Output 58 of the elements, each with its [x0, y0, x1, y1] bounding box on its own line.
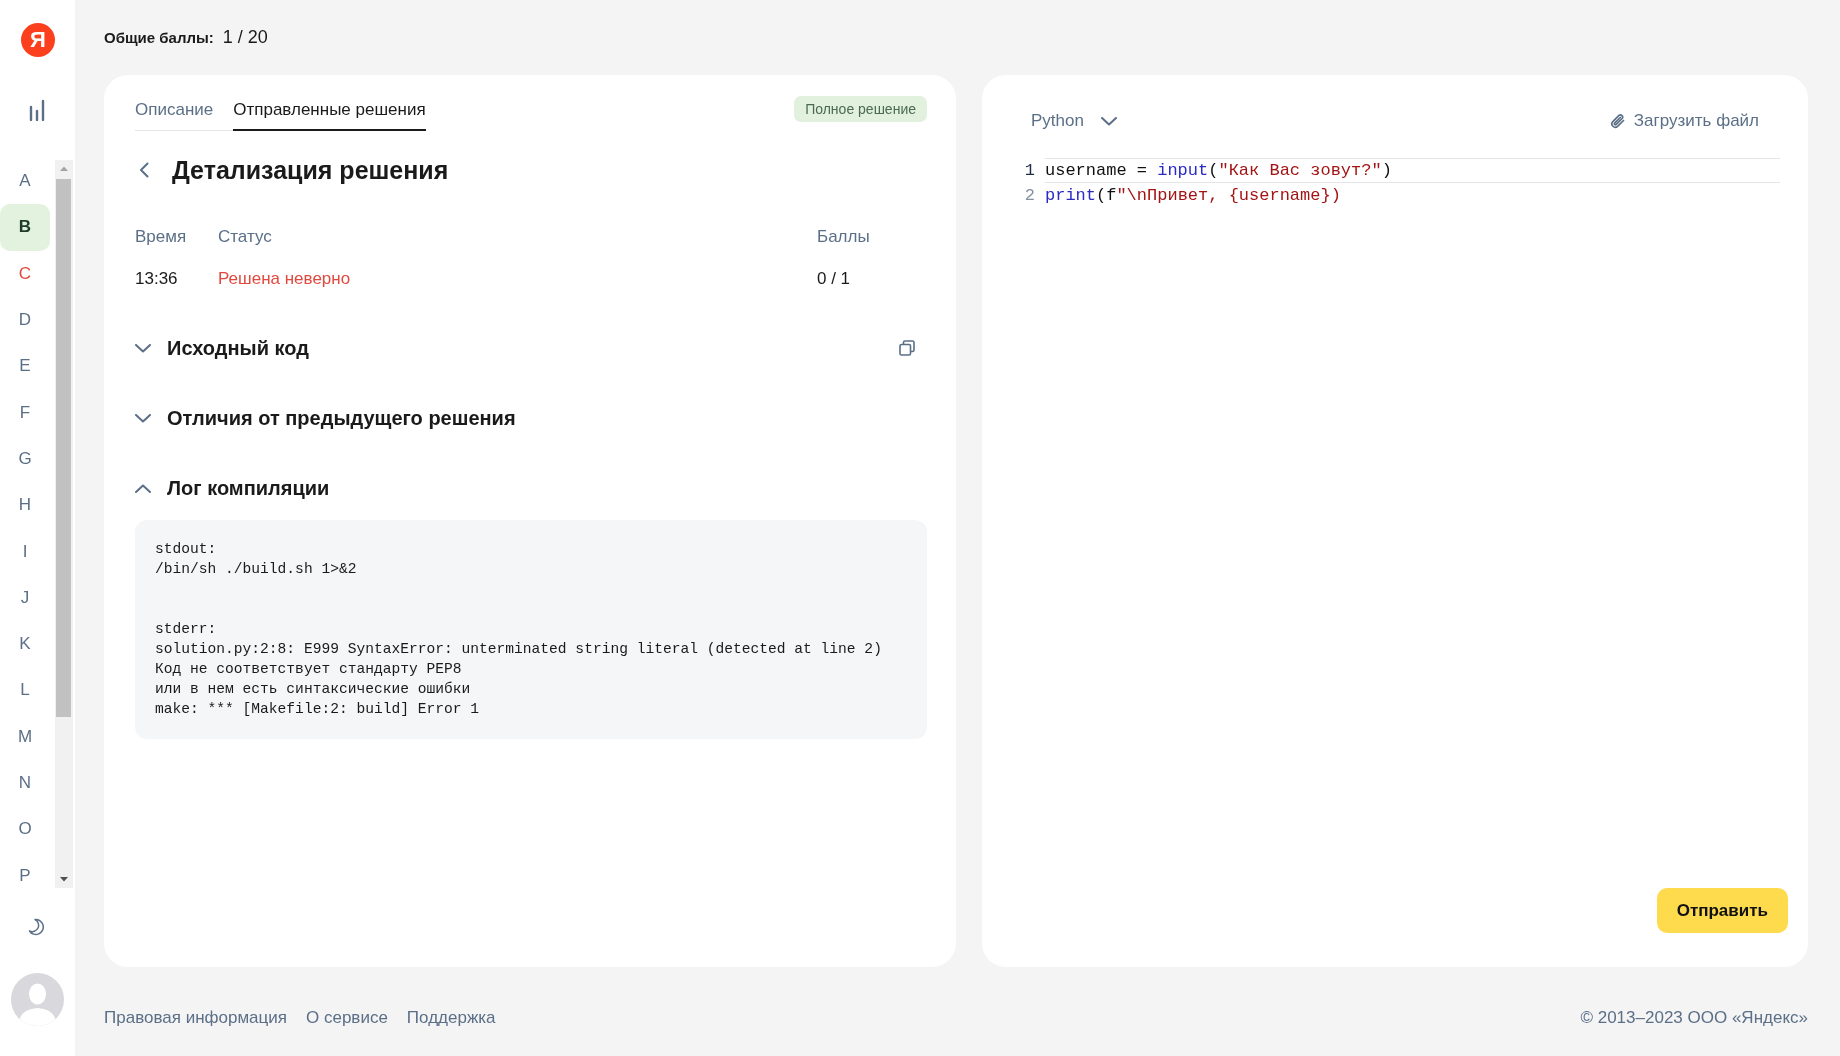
language-dropdown[interactable]: Python: [1031, 103, 1117, 139]
submit-button[interactable]: Отправить: [1656, 888, 1788, 933]
line-number: 2: [1023, 185, 1036, 207]
copyright-text: © 2013–2023 ООО «Яндекс»: [1580, 1007, 1808, 1028]
code-line[interactable]: print(f"\nПривет, {username}): [1045, 183, 1341, 208]
task-letter[interactable]: E: [0, 343, 50, 390]
bar-chart-icon[interactable]: [28, 99, 46, 121]
task-letter[interactable]: P: [0, 852, 50, 899]
log-line: stderr:: [155, 620, 217, 639]
solution-badge: Полное решение: [794, 96, 927, 122]
task-letter[interactable]: B: [0, 204, 50, 251]
page-title: Детализация решения: [172, 155, 449, 186]
column-header: Статус: [218, 226, 273, 248]
task-letter[interactable]: C: [0, 250, 50, 297]
task-letter[interactable]: M: [0, 713, 50, 760]
task-letter[interactable]: A: [0, 158, 50, 205]
table-cell-text: Решена неверно: [218, 268, 352, 290]
log-line: stdout:: [155, 540, 217, 559]
copy-icon[interactable]: [899, 340, 915, 356]
upload-file-button[interactable]: Загрузить файл: [1609, 103, 1759, 139]
task-letter[interactable]: F: [0, 389, 50, 436]
footer-link[interactable]: Правовая информация: [104, 1007, 287, 1028]
log-line: или в нем есть синтаксические ошибки: [155, 680, 471, 699]
log-line: /bin/sh ./build.sh 1>&2: [155, 560, 357, 579]
task-letter[interactable]: I: [0, 528, 50, 575]
log-line: Код не соответствует стандарту PEP8: [155, 660, 462, 679]
back-icon[interactable]: [139, 162, 149, 178]
column-header: Баллы: [817, 226, 871, 248]
code-line[interactable]: username = input("Как Вас зовут?"): [1045, 158, 1780, 183]
task-letter[interactable]: L: [0, 667, 50, 714]
paperclip-icon: [1609, 112, 1626, 130]
tab[interactable]: Описание: [135, 99, 214, 131]
footer-link[interactable]: О сервисе: [306, 1007, 388, 1028]
task-letter[interactable]: O: [0, 806, 50, 853]
scrollbar[interactable]: [55, 160, 73, 888]
scrollbar-thumb[interactable]: [56, 179, 71, 717]
logo[interactable]: Я: [21, 23, 55, 57]
section-toggle[interactable]: Исходный код: [135, 332, 309, 364]
log-line: make: *** [Makefile:2: build] Error 1: [155, 700, 480, 719]
task-letter[interactable]: N: [0, 759, 50, 807]
column-header: Время: [135, 226, 188, 248]
task-letter[interactable]: H: [0, 482, 50, 529]
tab[interactable]: Отправленные решения: [233, 99, 426, 131]
table-cell-text: 0 / 1: [817, 268, 852, 290]
footer-link[interactable]: Поддержка: [406, 1007, 496, 1028]
task-letter[interactable]: J: [0, 574, 50, 621]
section-toggle[interactable]: Лог компиляции: [135, 472, 330, 504]
log-line: solution.py:2:8: E999 SyntaxError: unterminated string literal (detected at line 2): [155, 640, 882, 659]
total-score-value: 1 / 20: [222, 27, 268, 48]
table-cell-text: 13:36: [135, 268, 179, 290]
moon-icon[interactable]: [28, 918, 46, 936]
line-number: 1: [1023, 160, 1036, 182]
task-letter[interactable]: D: [0, 296, 50, 344]
section-toggle[interactable]: Отличия от предыдущего решения: [135, 402, 516, 434]
task-letter[interactable]: G: [0, 435, 50, 483]
chevron-down-icon: [1100, 116, 1117, 126]
total-score-label: Общие баллы:: [104, 29, 214, 46]
task-letter[interactable]: K: [0, 620, 50, 668]
